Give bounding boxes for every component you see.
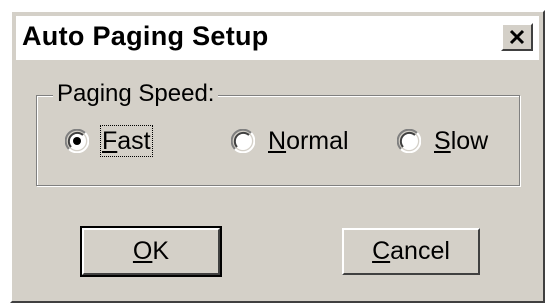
radio-normal-circle[interactable] [231,129,255,153]
radio-normal-label: Normal [268,127,349,155]
cancel-button-label: Cancel [372,237,450,265]
paging-speed-label: Paging Speed: [53,79,219,109]
radio-slow[interactable]: Slow [397,124,489,158]
cancel-button[interactable]: Cancel [342,228,480,275]
paging-speed-group: Paging Speed: Fast Normal Slow [36,79,520,186]
radio-fast-circle[interactable] [65,129,89,153]
close-icon [509,29,525,45]
radio-fast[interactable]: Fast [65,124,153,158]
radio-fast-label: Fast [100,125,153,157]
ok-button-label: OK [132,237,170,265]
close-button[interactable] [501,23,533,51]
radio-normal[interactable]: Normal [231,124,350,158]
dialog-title: Auto Paging Setup [22,21,269,51]
radio-slow-label: Slow [434,127,489,155]
auto-paging-setup-dialog: Auto Paging Setup Paging Speed: Fast Nor… [10,10,545,303]
radio-fast-dot [73,137,81,145]
ok-button[interactable]: OK [80,226,222,277]
radio-slow-circle[interactable] [397,129,421,153]
title-bar[interactable]: Auto Paging Setup [16,16,539,60]
